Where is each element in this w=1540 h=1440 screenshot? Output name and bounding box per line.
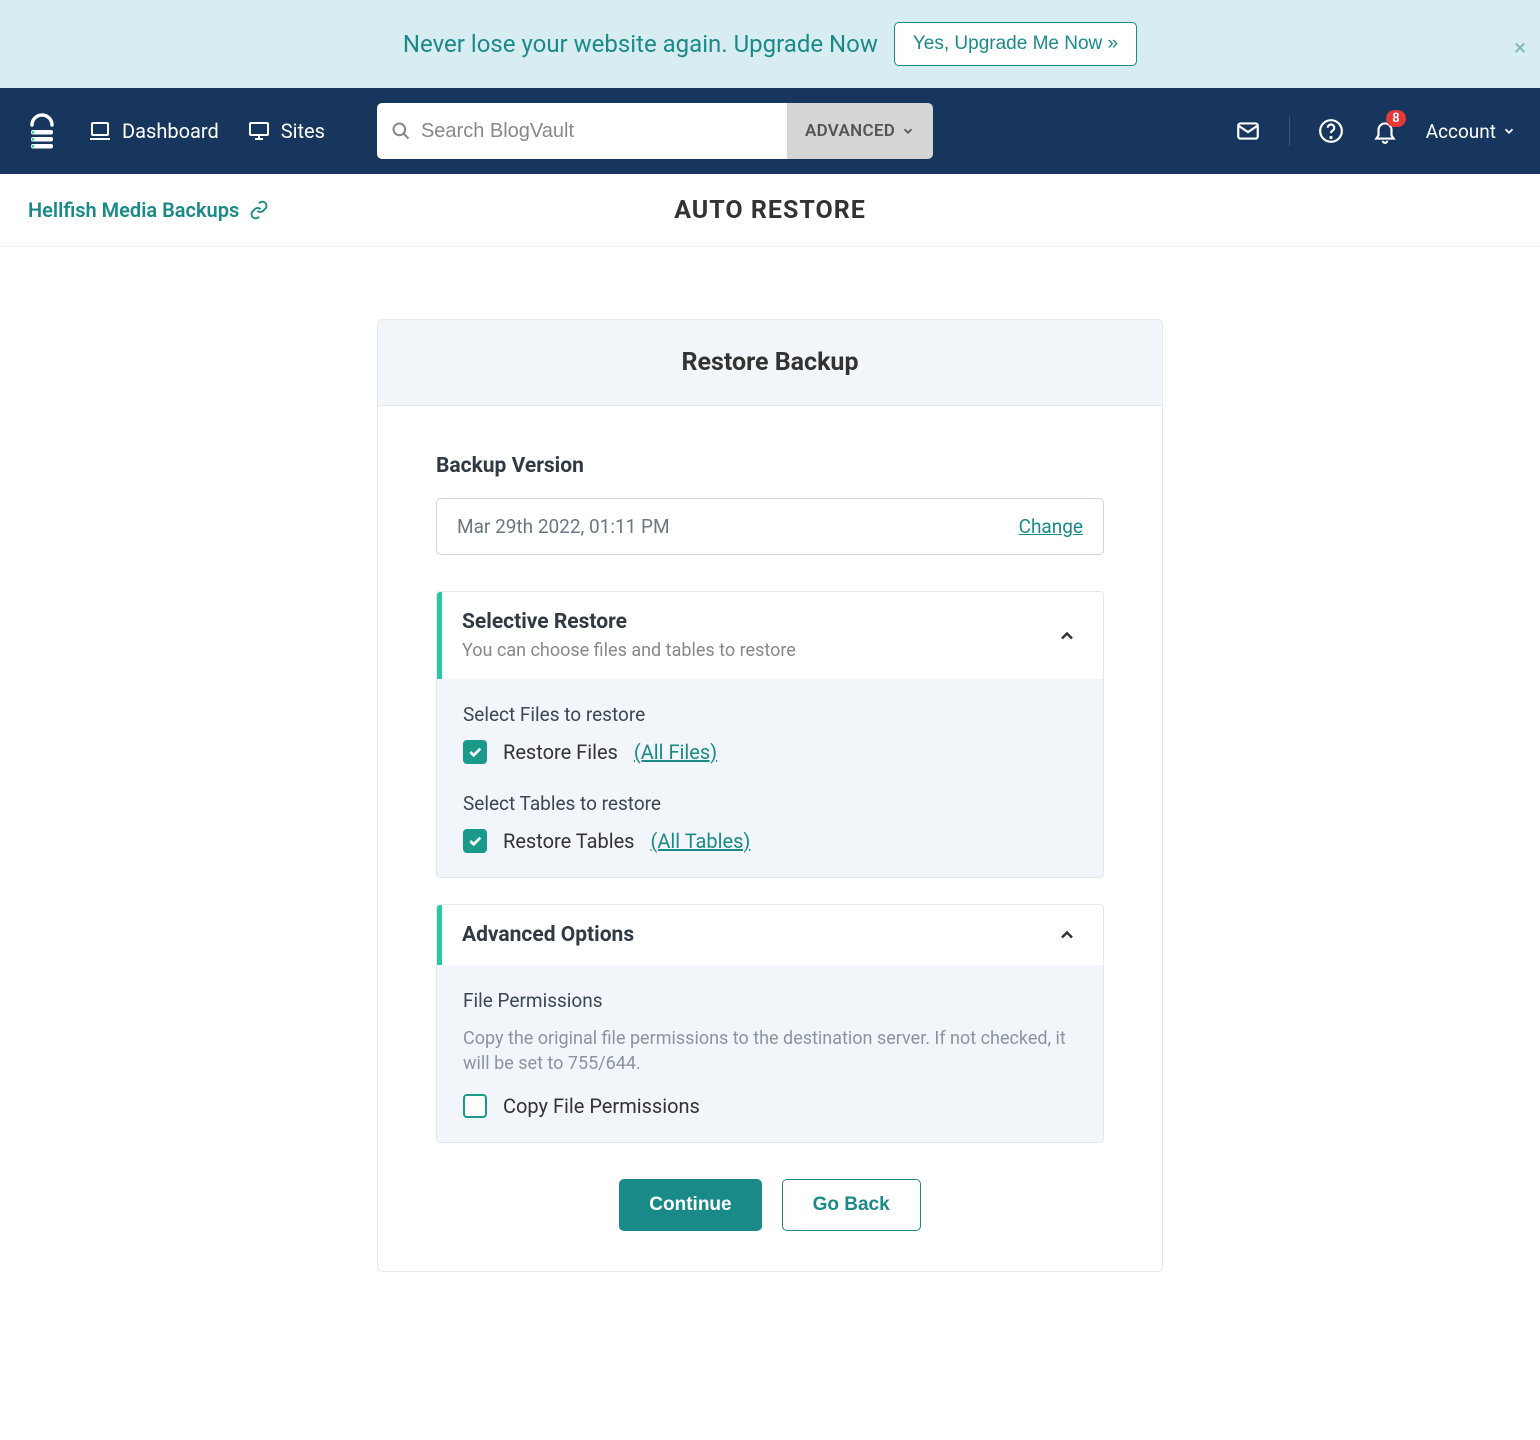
restore-tables-checkbox[interactable] <box>463 829 487 853</box>
nav-sites[interactable]: Sites <box>247 119 325 143</box>
all-files-link[interactable]: (All Files) <box>634 740 717 764</box>
account-label: Account <box>1426 120 1496 143</box>
copy-permissions-checkbox[interactable] <box>463 1094 487 1118</box>
close-icon[interactable]: × <box>1514 38 1526 60</box>
chevron-up-icon <box>1057 925 1077 945</box>
upgrade-button[interactable]: Yes, Upgrade Me Now » <box>894 22 1137 66</box>
advanced-search-button[interactable]: ADVANCED <box>787 103 933 159</box>
chevron-up-icon <box>1057 626 1077 646</box>
logo-icon[interactable] <box>24 113 60 149</box>
file-permissions-desc: Copy the original file permissions to th… <box>463 1026 1077 1076</box>
promo-banner: Never lose your website again. Upgrade N… <box>0 0 1540 88</box>
search-box[interactable] <box>377 103 787 159</box>
chevron-down-icon <box>1502 124 1516 138</box>
search-icon <box>391 121 411 141</box>
search-input[interactable] <box>421 120 773 143</box>
select-files-label: Select Files to restore <box>463 703 1077 726</box>
advanced-options-panel: Advanced Options File Permissions Copy t… <box>436 904 1104 1143</box>
go-back-button[interactable]: Go Back <box>782 1179 921 1231</box>
link-icon <box>249 200 269 220</box>
change-version-link[interactable]: Change <box>1019 515 1083 538</box>
mail-icon[interactable] <box>1235 118 1261 144</box>
breadcrumb[interactable]: Hellfish Media Backups <box>28 198 269 222</box>
help-icon[interactable] <box>1318 118 1344 144</box>
breadcrumb-label: Hellfish Media Backups <box>28 198 239 222</box>
laptop-icon <box>88 119 112 143</box>
chevron-down-icon <box>901 124 915 138</box>
account-menu[interactable]: Account <box>1426 120 1516 143</box>
advanced-options-header[interactable]: Advanced Options <box>437 905 1103 965</box>
copy-permissions-label: Copy File Permissions <box>503 1094 700 1118</box>
nav-sites-label: Sites <box>281 119 325 143</box>
notification-badge: 8 <box>1386 110 1405 127</box>
all-tables-link[interactable]: (All Tables) <box>651 829 751 853</box>
selective-title: Selective Restore <box>462 610 796 634</box>
restore-files-label: Restore Files <box>503 740 618 764</box>
nav-dashboard[interactable]: Dashboard <box>88 119 219 143</box>
nav-dashboard-label: Dashboard <box>122 119 219 143</box>
advanced-title: Advanced Options <box>462 923 634 947</box>
advanced-label: ADVANCED <box>805 121 895 141</box>
restore-card: Restore Backup Backup Version Mar 29th 2… <box>377 319 1163 1272</box>
selective-restore-panel: Selective Restore You can choose files a… <box>436 591 1104 878</box>
selective-subtitle: You can choose files and tables to resto… <box>462 640 796 661</box>
file-permissions-title: File Permissions <box>463 989 1077 1012</box>
selective-restore-header[interactable]: Selective Restore You can choose files a… <box>437 592 1103 679</box>
backup-version-box: Mar 29th 2022, 01:11 PM Change <box>436 498 1104 555</box>
restore-tables-label: Restore Tables <box>503 829 635 853</box>
select-tables-label: Select Tables to restore <box>463 792 1077 815</box>
page-title: AUTO RESTORE <box>674 196 866 225</box>
top-nav: Dashboard Sites ADVANCED <box>0 88 1540 174</box>
search-wrap: ADVANCED <box>377 103 933 159</box>
restore-files-checkbox[interactable] <box>463 740 487 764</box>
backup-version-label: Backup Version <box>436 454 1104 478</box>
nav-divider <box>1289 116 1290 146</box>
notifications-icon[interactable]: 8 <box>1372 118 1398 144</box>
backup-version-value: Mar 29th 2022, 01:11 PM <box>457 515 670 538</box>
monitor-icon <box>247 119 271 143</box>
continue-button[interactable]: Continue <box>619 1179 761 1231</box>
subheader: Hellfish Media Backups AUTO RESTORE <box>0 174 1540 247</box>
promo-text: Never lose your website again. Upgrade N… <box>403 30 878 58</box>
card-title: Restore Backup <box>378 320 1162 406</box>
